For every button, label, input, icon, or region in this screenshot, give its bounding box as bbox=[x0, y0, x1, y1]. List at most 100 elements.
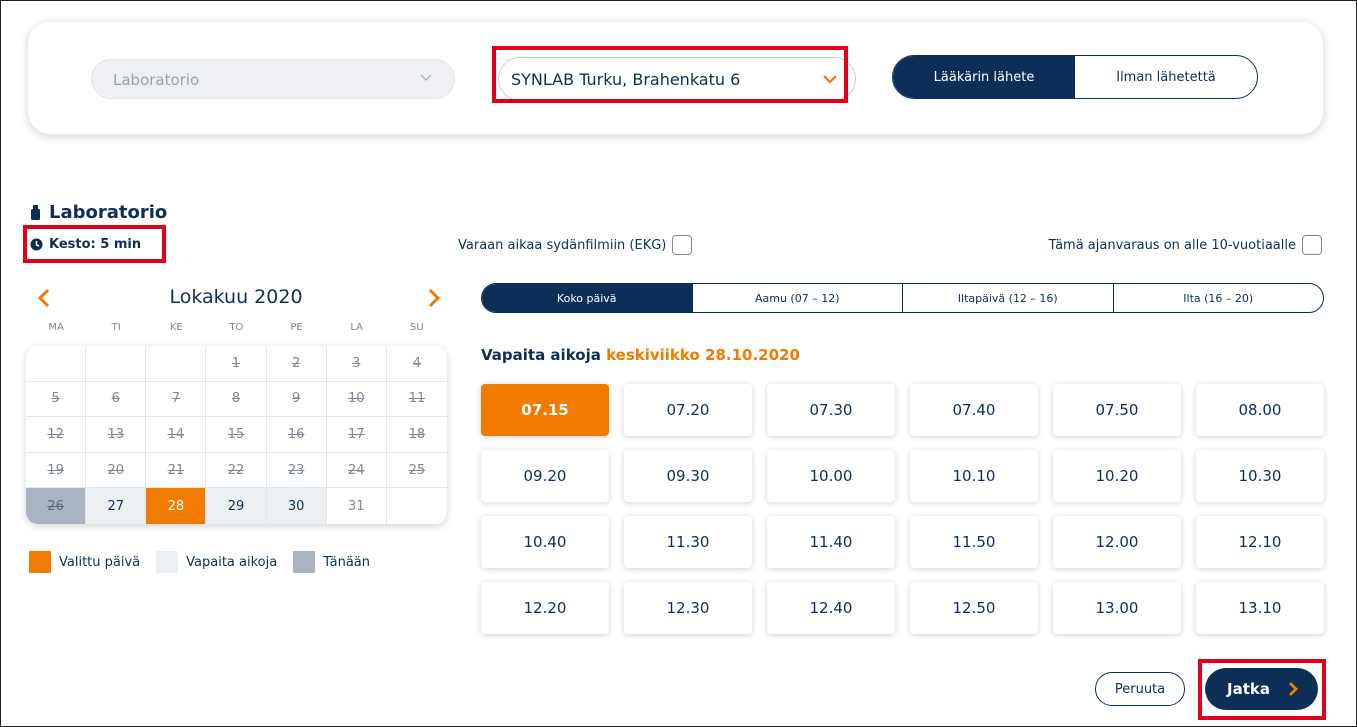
calendar-day: 24 bbox=[326, 452, 387, 489]
calendar-day[interactable]: 28 bbox=[146, 488, 207, 524]
weekday-label: LA bbox=[350, 322, 364, 333]
time-slot[interactable]: 08.00 bbox=[1196, 384, 1324, 436]
calendar-weekdays: MA TI KE TO PE LA SU bbox=[26, 322, 447, 333]
legend-available: Vapaita aikoja bbox=[156, 551, 277, 573]
calendar-empty-cell bbox=[146, 346, 207, 382]
calendar-day: 31 bbox=[327, 488, 387, 524]
weekday-label: KE bbox=[169, 322, 183, 333]
calendar-day: 13 bbox=[86, 417, 147, 453]
calendar-day: 20 bbox=[86, 452, 147, 489]
filter-card: Laboratorio SYNLAB Turku, Brahenkatu 6 L… bbox=[28, 22, 1323, 134]
time-slot[interactable]: 09.20 bbox=[481, 450, 609, 502]
under10-option: Tämä ajanvaraus on alle 10-vuotiaalle bbox=[1049, 235, 1322, 255]
location-select-value: SYNLAB Turku, Brahenkatu 6 bbox=[511, 70, 741, 89]
clock-icon bbox=[30, 238, 43, 251]
weekday-label: MA bbox=[48, 322, 64, 333]
calendar-day: 6 bbox=[86, 381, 147, 418]
chevron-down-icon bbox=[420, 74, 432, 82]
time-slot[interactable]: 10.30 bbox=[1196, 450, 1324, 502]
free-times-date: keskiviikko 28.10.2020 bbox=[606, 346, 800, 364]
time-slot[interactable]: 12.10 bbox=[1196, 516, 1324, 568]
chevron-right-icon[interactable] bbox=[424, 287, 444, 309]
weekday-label: PE bbox=[290, 322, 303, 333]
time-slot[interactable]: 10.40 bbox=[481, 516, 609, 568]
legend-today-label: Tänään bbox=[323, 554, 371, 570]
calendar-day: 21 bbox=[146, 452, 207, 489]
legend-selected-label: Valittu päivä bbox=[59, 554, 141, 570]
legend-selected: Valittu päivä bbox=[29, 551, 140, 573]
calendar-day: 2 bbox=[266, 346, 327, 382]
chevron-right-icon bbox=[1289, 682, 1298, 696]
service-title-text: Laboratorio bbox=[49, 202, 168, 223]
time-slot[interactable]: 12.20 bbox=[481, 582, 609, 634]
ekg-option: Varaan aikaa sydänfilmiin (EKG) bbox=[458, 235, 693, 255]
calendar-day: 12 bbox=[26, 417, 87, 453]
free-times-label: Vapaita aikoja bbox=[481, 346, 601, 364]
under10-label: Tämä ajanvaraus on alle 10-vuotiaalle bbox=[1048, 237, 1296, 253]
toggle-with-referral[interactable]: Lääkärin lähete bbox=[893, 56, 1075, 98]
weekday-label: TO bbox=[229, 322, 244, 333]
calendar-day: 15 bbox=[206, 417, 267, 453]
tab-whole-day[interactable]: Koko päivä bbox=[482, 284, 692, 312]
location-select[interactable]: SYNLAB Turku, Brahenkatu 6 bbox=[498, 57, 856, 101]
time-slot[interactable]: 10.00 bbox=[767, 450, 895, 502]
legend-swatch-available bbox=[156, 551, 179, 573]
calendar-grid: 1 2 3 4 5 6 7 8 9 10 11 12 13 14 15 16 17 18 19 20 21 22 23 24 2… bbox=[26, 346, 447, 524]
time-slot[interactable]: 11.40 bbox=[767, 516, 895, 568]
calendar-day: 4 bbox=[386, 346, 447, 382]
time-slot[interactable]: 13.00 bbox=[1053, 582, 1181, 634]
calendar-day: 3 bbox=[326, 346, 387, 382]
calendar-day[interactable]: 29 bbox=[206, 488, 267, 524]
time-slot[interactable]: 07.30 bbox=[767, 384, 895, 436]
calendar-day: 26 bbox=[26, 488, 87, 524]
calendar-day: 22 bbox=[206, 452, 267, 489]
time-slot[interactable]: 11.30 bbox=[624, 516, 752, 568]
calendar-day: 17 bbox=[326, 417, 387, 453]
time-slot[interactable]: 11.50 bbox=[910, 516, 1038, 568]
calendar-header: Lokakuu 2020 bbox=[26, 284, 446, 314]
calendar-day[interactable]: 30 bbox=[266, 488, 327, 524]
calendar-empty-cell bbox=[387, 488, 447, 524]
service-select: Laboratorio bbox=[91, 59, 455, 99]
calendar-day: 19 bbox=[26, 452, 87, 489]
service-select-value: Laboratorio bbox=[113, 71, 200, 89]
calendar-day: 16 bbox=[266, 417, 327, 453]
time-slot[interactable]: 12.30 bbox=[624, 582, 752, 634]
time-slot[interactable]: 13.10 bbox=[1196, 582, 1324, 634]
time-slot[interactable]: 07.50 bbox=[1053, 384, 1181, 436]
chevron-down-icon bbox=[823, 75, 837, 84]
calendar-day[interactable]: 27 bbox=[86, 488, 147, 524]
legend-swatch-today bbox=[293, 551, 316, 573]
ekg-label: Varaan aikaa sydänfilmiin (EKG) bbox=[458, 237, 667, 253]
duration-text: Kesto: 5 min bbox=[49, 237, 142, 252]
time-slot[interactable]: 10.10 bbox=[910, 450, 1038, 502]
service-duration: Kesto: 5 min bbox=[30, 237, 141, 252]
time-slot[interactable]: 07.15 bbox=[481, 384, 609, 436]
time-slot[interactable]: 07.20 bbox=[624, 384, 752, 436]
time-slot[interactable]: 12.40 bbox=[767, 582, 895, 634]
calendar-empty-cell bbox=[86, 346, 147, 382]
time-slot[interactable]: 12.00 bbox=[1053, 516, 1181, 568]
time-slot[interactable]: 07.40 bbox=[910, 384, 1038, 436]
tab-evening[interactable]: Ilta (16 – 20) bbox=[1112, 284, 1324, 312]
toggle-without-referral[interactable]: Ilman lähetettä bbox=[1075, 56, 1257, 98]
time-slot[interactable]: 10.20 bbox=[1053, 450, 1181, 502]
service-title: Laboratorio bbox=[30, 202, 167, 223]
calendar-day: 10 bbox=[326, 381, 387, 418]
referral-toggle: Lääkärin lähete Ilman lähetettä bbox=[892, 55, 1258, 99]
time-slot[interactable]: 09.30 bbox=[624, 450, 752, 502]
legend-available-label: Vapaita aikoja bbox=[186, 554, 278, 570]
day-part-tabs: Koko päivä Aamu (07 – 12) Iltapäivä (12 … bbox=[481, 283, 1324, 313]
time-slot[interactable]: 12.50 bbox=[910, 582, 1038, 634]
cancel-button[interactable]: Peruuta bbox=[1095, 672, 1185, 706]
calendar-legend: Valittu päivä Vapaita aikoja Tänään bbox=[29, 551, 386, 573]
calendar-day: 11 bbox=[386, 382, 447, 418]
under10-checkbox[interactable] bbox=[1302, 235, 1322, 255]
tab-afternoon[interactable]: Iltapäivä (12 – 16) bbox=[902, 284, 1113, 312]
calendar-empty-cell bbox=[26, 346, 87, 382]
ekg-checkbox[interactable] bbox=[672, 235, 693, 255]
calendar-day: 8 bbox=[206, 381, 267, 418]
calendar-day: 25 bbox=[386, 453, 447, 489]
tab-morning[interactable]: Aamu (07 – 12) bbox=[691, 284, 903, 312]
continue-button[interactable]: Jatka bbox=[1205, 668, 1318, 710]
